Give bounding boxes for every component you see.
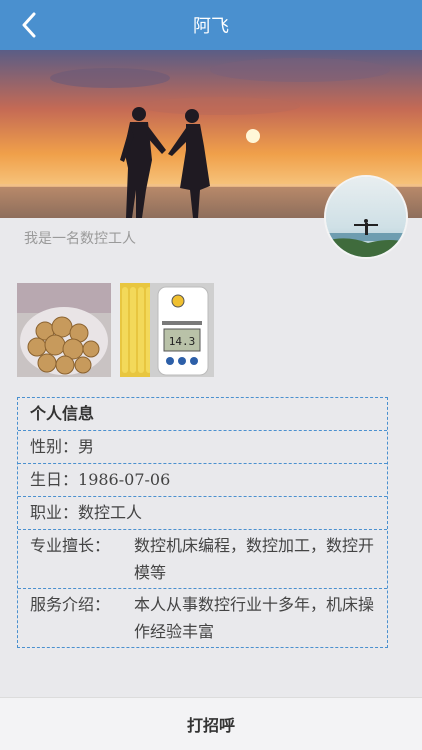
specialty-label: 专业擅长： <box>30 536 111 555</box>
service-value: 本人从事数控行业十多年，机床操作经验丰富 <box>134 595 375 641</box>
bottom-bar: 打招呼 <box>0 697 422 750</box>
greet-button[interactable]: 打招呼 <box>0 698 422 750</box>
gender-row: 性别：男 <box>18 431 387 464</box>
meter-reading: 14.3 <box>169 335 196 348</box>
specialty-value: 数控机床编程，数控加工，数控开模等 <box>134 536 375 582</box>
chevron-left-icon <box>22 12 36 38</box>
birthday-label: 生日： <box>30 470 79 489</box>
info-panel: 个人信息 性别：男 生日： 1986-07-06 职业：数控工人 专业擅长： 数控… <box>17 397 388 648</box>
bio-text: 我是一名数控工人 <box>24 231 136 247</box>
nav-bar: 阿飞 <box>0 0 422 50</box>
birthday-value: 1986-07-06 <box>78 470 171 489</box>
page-title: 阿飞 <box>193 16 229 37</box>
specialty-row: 专业擅长： 数控机床编程，数控加工，数控开模等 <box>18 530 387 589</box>
service-label: 服务介绍： <box>30 595 111 614</box>
avatar[interactable] <box>324 175 408 259</box>
service-row: 服务介绍： 本人从事数控行业十多年，机床操作经验丰富 <box>18 589 387 647</box>
job-row: 职业：数控工人 <box>18 497 387 530</box>
gallery-photo[interactable]: 14.3 <box>120 283 214 377</box>
info-header: 个人信息 <box>18 398 387 431</box>
back-button[interactable] <box>12 8 46 42</box>
gallery-photo[interactable] <box>17 283 111 377</box>
birthday-row: 生日： 1986-07-06 <box>18 464 387 497</box>
